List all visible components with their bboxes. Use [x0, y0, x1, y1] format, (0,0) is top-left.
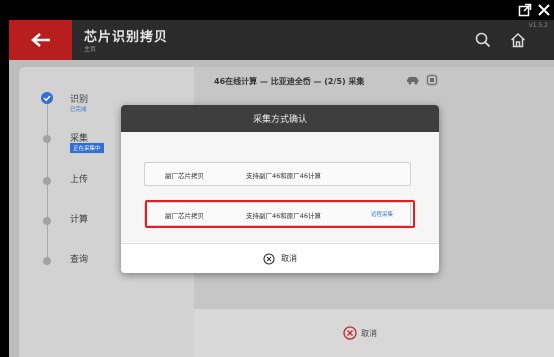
back-button[interactable] — [9, 20, 72, 60]
main-footer: 取消 — [194, 309, 554, 357]
highlight-box — [145, 200, 415, 228]
home-icon[interactable] — [509, 31, 527, 49]
car-icon — [407, 77, 419, 85]
step-label: 计算 — [70, 215, 89, 225]
step-dot — [43, 177, 51, 185]
app-window: 芯片识别拷贝 主页 V1.5.2 识别 已完成 采集 正在采集中 上传 计算 查… — [0, 0, 554, 357]
version-label: V1.5.2 — [528, 22, 548, 29]
main-cancel-label: 取消 — [361, 328, 377, 338]
step-label: 查询 — [70, 255, 89, 265]
option-name: 副厂芯片拷贝 — [165, 172, 204, 180]
dialog-cancel-label: 取消 — [281, 254, 297, 263]
check-circle-icon — [41, 92, 53, 104]
collect-method-dialog: 采集方式确认 副厂芯片拷贝 支持副厂46和原厂46计算 副厂芯片拷贝 支持副厂4… — [121, 105, 439, 273]
option-description: 支持副厂46和原厂46计算 — [246, 172, 322, 180]
popout-icon[interactable] — [518, 3, 532, 17]
step-label: 识别 — [70, 95, 89, 105]
dialog-title: 采集方式确认 — [121, 105, 439, 132]
page-title: 芯片识别拷贝 — [84, 30, 169, 45]
key-chip-icon — [426, 74, 438, 86]
search-icon[interactable] — [474, 31, 492, 49]
close-circle-icon — [343, 326, 357, 340]
step-status: 已完成 — [70, 107, 87, 113]
step-dot — [43, 257, 51, 265]
close-icon[interactable] — [537, 3, 551, 17]
breadcrumb: 主页 — [84, 46, 97, 53]
main-title: 46在线计算 — 比亚迪全岙 — (2/5) 采集 — [214, 77, 365, 86]
close-circle-icon — [263, 252, 275, 265]
step-status: 正在采集中 — [70, 143, 104, 153]
step-dot — [43, 135, 51, 143]
step-dot — [43, 217, 51, 225]
option-chip-copy-local[interactable]: 副厂芯片拷贝 支持副厂46和原厂46计算 — [144, 162, 411, 186]
window-titlebar — [0, 0, 554, 20]
main-cancel-button[interactable]: 取消 — [343, 326, 377, 340]
app-header: 芯片识别拷贝 主页 V1.5.2 — [9, 20, 554, 60]
arrow-left-icon — [30, 33, 50, 47]
dialog-cancel-button[interactable]: 取消 — [121, 243, 439, 273]
step-label: 上传 — [70, 175, 89, 185]
